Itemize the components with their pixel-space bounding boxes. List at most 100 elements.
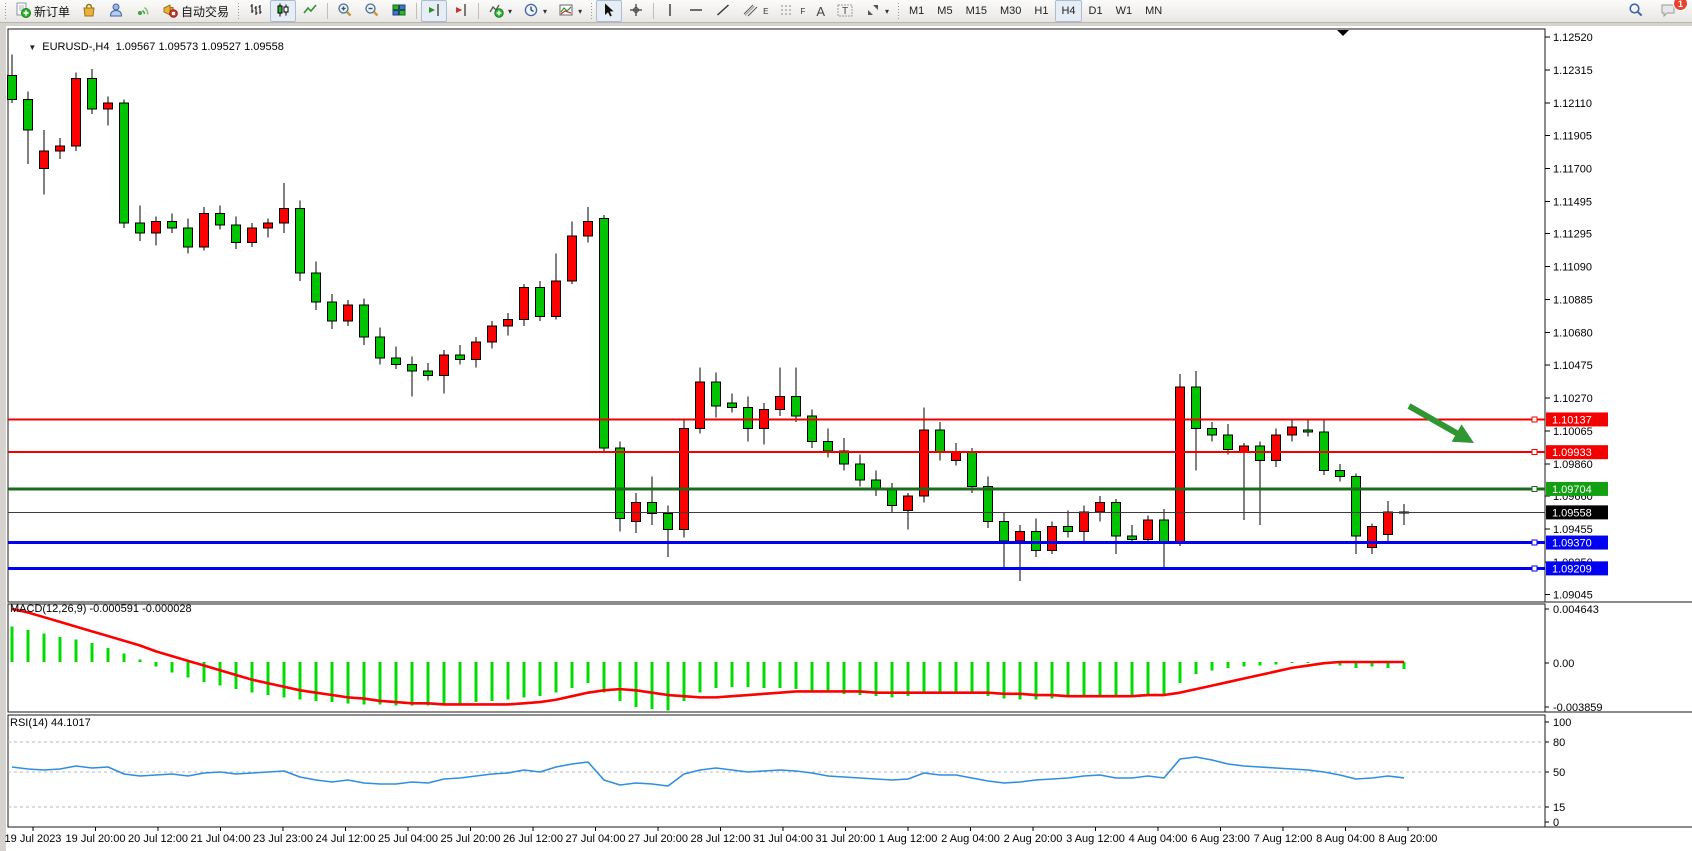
svg-text:19 Jul 2023: 19 Jul 2023	[5, 833, 62, 845]
horizontal-line-button[interactable]	[683, 0, 709, 22]
chart-area[interactable]: 1.125201.123151.121101.119051.117001.114…	[0, 23, 1692, 851]
toolbar-separator	[416, 3, 417, 19]
svg-text:21 Jul 04:00: 21 Jul 04:00	[191, 833, 251, 845]
svg-text:T: T	[842, 6, 848, 17]
new-order-button[interactable]: 新订单	[10, 0, 75, 22]
timeframe-m1[interactable]: M1	[903, 0, 930, 22]
ohlc-bars-icon	[248, 2, 264, 21]
toolbar-drag-handle[interactable]	[4, 3, 7, 19]
svg-text:31 Jul 20:00: 31 Jul 20:00	[816, 833, 876, 845]
toolbar-separator	[653, 3, 654, 19]
timeframe-m15[interactable]: M15	[960, 0, 993, 22]
toolbar-drag-handle[interactable]	[590, 3, 593, 19]
zoom-out-button[interactable]	[359, 0, 385, 22]
svg-text:80: 80	[1553, 737, 1565, 749]
arrows-icon	[865, 2, 881, 21]
timeframe-w1[interactable]: W1	[1110, 0, 1139, 22]
line-chart-button[interactable]	[297, 0, 323, 22]
mt4-window: 新订单 自动交易	[0, 0, 1692, 851]
auto-trading-button[interactable]: 自动交易	[157, 0, 234, 22]
svg-text:2 Aug 04:00: 2 Aug 04:00	[941, 833, 1000, 845]
trendline-button[interactable]	[710, 0, 736, 22]
svg-text:1.12315: 1.12315	[1553, 65, 1593, 77]
timeframe-m30[interactable]: M30	[994, 0, 1027, 22]
clock-icon	[523, 2, 539, 21]
svg-text:3 Aug 12:00: 3 Aug 12:00	[1066, 833, 1125, 845]
auto-trading-label: 自动交易	[181, 3, 229, 20]
crosshair-button[interactable]	[623, 0, 649, 22]
svg-text:1 Aug 12:00: 1 Aug 12:00	[879, 833, 938, 845]
svg-text:23 Jul 23:00: 23 Jul 23:00	[253, 833, 313, 845]
community-button[interactable]	[103, 0, 129, 22]
fibonacci-button[interactable]: F	[774, 0, 810, 22]
svg-text:1.10065: 1.10065	[1553, 426, 1593, 438]
svg-text:24 Jul 12:00: 24 Jul 12:00	[316, 833, 376, 845]
svg-text:1.10680: 1.10680	[1553, 327, 1593, 339]
equidistant-channel-button[interactable]: E	[737, 0, 773, 22]
svg-text:27 Jul 04:00: 27 Jul 04:00	[566, 833, 626, 845]
toolbar-drag-handle[interactable]	[897, 3, 900, 19]
periods-button[interactable]: ▾	[518, 0, 552, 22]
svg-text:1.11495: 1.11495	[1553, 197, 1592, 209]
dropdown-arrow-icon: ▾	[578, 7, 582, 16]
bar-chart-button[interactable]	[243, 0, 269, 22]
text-icon: A	[816, 4, 825, 19]
timeframe-mn[interactable]: MN	[1139, 0, 1168, 22]
timeframe-h4[interactable]: H4	[1055, 0, 1081, 22]
candlestick-button[interactable]	[270, 0, 296, 22]
indicators-button[interactable]: ▾	[483, 0, 517, 22]
svg-text:20 Jul 12:00: 20 Jul 12:00	[128, 833, 188, 845]
svg-text:1.10475: 1.10475	[1553, 360, 1593, 372]
svg-text:1.09933: 1.09933	[1552, 447, 1592, 459]
svg-text:25 Jul 20:00: 25 Jul 20:00	[441, 833, 501, 845]
toolbar-separator	[478, 3, 479, 19]
svg-text:27 Jul 20:00: 27 Jul 20:00	[628, 833, 688, 845]
svg-text:31 Jul 04:00: 31 Jul 04:00	[753, 833, 813, 845]
chart-shift-icon	[426, 2, 442, 21]
text-button[interactable]: A	[811, 0, 830, 22]
search-button[interactable]	[1623, 0, 1649, 22]
auto-scroll-button[interactable]	[448, 0, 474, 22]
tile-windows-button[interactable]	[386, 0, 412, 22]
signals-button[interactable]	[130, 0, 156, 22]
chat-button[interactable]: 1	[1655, 0, 1682, 22]
svg-text:8 Aug 04:00: 8 Aug 04:00	[1316, 833, 1375, 845]
dropdown-arrow-icon: ▾	[885, 7, 889, 16]
person-icon	[108, 2, 124, 21]
new-order-label: 新订单	[34, 3, 70, 20]
crosshair-icon	[628, 2, 644, 21]
fibo-tag: F	[800, 7, 805, 16]
svg-text:1.09558: 1.09558	[1552, 507, 1592, 519]
toolbar-separator	[327, 3, 328, 19]
arrows-tool-button[interactable]: ▾	[860, 0, 894, 22]
horizontal-line-icon	[688, 2, 704, 21]
market-button[interactable]	[76, 0, 102, 22]
svg-text:2 Aug 20:00: 2 Aug 20:00	[1004, 833, 1063, 845]
timeframe-d1[interactable]: D1	[1083, 0, 1109, 22]
chart-workspace: 1.125201.123151.121101.119051.117001.114…	[0, 23, 1692, 851]
svg-text:1.09455: 1.09455	[1553, 524, 1593, 536]
candlestick-icon	[275, 2, 291, 21]
chart-shift-button[interactable]	[421, 0, 447, 22]
svg-text:1.09370: 1.09370	[1552, 538, 1592, 550]
zoom-in-icon	[337, 2, 353, 21]
zoom-in-button[interactable]	[332, 0, 358, 22]
dropdown-arrow-icon: ▾	[543, 7, 547, 16]
timeframe-h1[interactable]: H1	[1028, 0, 1054, 22]
timeframe-m5[interactable]: M5	[931, 0, 958, 22]
channel-tag: E	[763, 7, 768, 16]
text-label-button[interactable]: T	[831, 0, 859, 22]
svg-text:4 Aug 04:00: 4 Aug 04:00	[1129, 833, 1188, 845]
svg-text:1.09860: 1.09860	[1553, 459, 1593, 471]
svg-text:1.10885: 1.10885	[1553, 294, 1593, 306]
cursor-button[interactable]	[596, 0, 622, 22]
toolbar: 新订单 自动交易	[0, 0, 1692, 23]
vertical-line-button[interactable]	[658, 0, 682, 22]
notification-badge: 1	[1673, 0, 1688, 11]
vertical-line-icon	[663, 2, 677, 21]
svg-text:50: 50	[1553, 767, 1565, 779]
svg-text:19 Jul 20:00: 19 Jul 20:00	[66, 833, 126, 845]
toolbar-drag-handle[interactable]	[237, 3, 240, 19]
templates-button[interactable]: ▾	[553, 0, 587, 22]
channel-icon	[742, 2, 759, 21]
